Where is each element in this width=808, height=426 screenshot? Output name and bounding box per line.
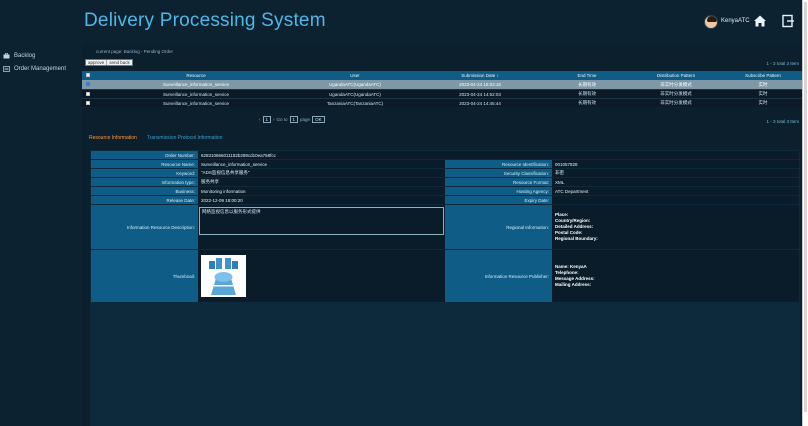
business-label: Business: [91, 187, 198, 195]
send-back-button[interactable]: send back [106, 60, 132, 65]
table-cell: 实时 [758, 81, 768, 87]
table-cell: 2023-04-24 14:45:44 [459, 100, 501, 106]
table-cell: TanzaniaATC(TanzaniaATC) [326, 100, 384, 106]
vertical-scrollbar[interactable] [802, 0, 808, 426]
app-title: Delivery Processing System [84, 10, 326, 31]
sidebar: Backlog Order Management [0, 44, 82, 426]
table-cell: 2023-04-24 15:03:15 [459, 82, 501, 87]
order-table: Resource User Submission Date ↑ End Time… [82, 71, 802, 107]
regional-information-value: Place: Country/Region: Detailed Address:… [555, 212, 598, 241]
page-number-input[interactable]: 1 [289, 116, 299, 123]
table-cell: Surveillance_information_service [162, 100, 230, 106]
table-cell: Surveillance_information_service [162, 91, 230, 97]
keyword-value: "ADS监视信息共享服务" [198, 169, 445, 177]
information-type-label: Information type: [91, 178, 198, 186]
pagination-summary-bottom: 1 - 3 total 3 Item [766, 119, 799, 124]
column-header-submission-date[interactable]: Submission Date ↑ [414, 73, 546, 78]
row-checkbox[interactable] [86, 82, 90, 86]
keyword-label: Keyword: [91, 169, 198, 177]
table-cell: 长期有效 [578, 91, 596, 96]
regional-information-label: Regional Information: [445, 205, 552, 249]
table-cell: 非实时分发模式 [660, 81, 692, 87]
table-header-row: Resource User Submission Date ↑ End Time… [82, 71, 802, 80]
main-content: current page: Backlog - Pending Order ap… [82, 44, 802, 426]
expiry-date-label: Expiry Date: [445, 196, 552, 204]
resource-format-label: Resource Format: [445, 178, 552, 186]
resource-name-label: Resource Name: [91, 160, 198, 168]
hosting-agency-value: ATC Department [552, 187, 799, 195]
table-row[interactable]: Surveillance_information_service UgandaA… [82, 89, 802, 98]
table-cell: 实时 [758, 91, 768, 96]
user-avatar[interactable] [704, 15, 718, 29]
scrollbar-thumb[interactable] [804, 2, 807, 412]
security-classification-value: 非密 [552, 169, 799, 177]
publisher-label: Information Resource Publisher: [445, 250, 552, 302]
go-button[interactable]: OK [312, 116, 325, 123]
order-number-value: 628310866011182b289cd10ea758fcc [198, 151, 445, 159]
table-cell: 非实时分发模式 [660, 91, 692, 96]
table-row[interactable]: Surveillance_information_service Tanzani… [82, 98, 802, 107]
resource-name-value: Surveillance_information_service [198, 160, 445, 168]
pagination-jump: ‹ 1 › Go to 1 page OK [259, 116, 325, 123]
tab-transmission-protocol[interactable]: Transmission Protocol Information [147, 135, 223, 141]
security-classification-label: Security Classification: [445, 169, 552, 177]
sidebar-item-backlog[interactable]: Backlog [3, 51, 35, 61]
top-header: Delivery Processing System KenyaATC [0, 0, 802, 44]
home-icon[interactable] [753, 14, 767, 28]
column-header-subscribe-pattern[interactable]: Subscribe Pattern [724, 73, 802, 78]
logout-icon[interactable] [781, 14, 795, 28]
briefcase-icon [3, 53, 10, 59]
sidebar-item-label: Order Management [14, 66, 67, 72]
breadcrumb: current page: Backlog - Pending Order [96, 49, 174, 54]
table-cell: 非实时分发模式 [660, 100, 692, 105]
resource-identification-value: 001057828 [552, 160, 799, 168]
table-cell: Surveillance_information_service [162, 82, 230, 87]
list-icon [3, 66, 10, 72]
order-number-label: Order Number: [91, 151, 198, 159]
table-cell: 长期有效 [578, 100, 596, 105]
table-cell: UgandaATC(UgandaATC) [329, 91, 381, 97]
description-label: Information Resource Description: [91, 205, 198, 249]
row-checkbox[interactable] [86, 100, 90, 105]
column-header-distribution-pattern[interactable]: Distribution Pattern [628, 73, 724, 78]
resource-detail-panel: Order Number: 628310866011182b289cd10ea7… [90, 150, 800, 426]
go-to-label: Go to [276, 117, 288, 122]
page-label: page [300, 117, 311, 122]
pagination-summary-top: 1 - 3 total 3 Item [766, 61, 799, 66]
approve-button[interactable]: approve [86, 60, 106, 65]
release-date-value: 2022-12-09 18:00:20 [198, 196, 445, 204]
resource-format-value: XML [552, 178, 799, 186]
username[interactable]: KenyaATC [721, 18, 750, 24]
description-textarea[interactable]: 网络监视信息以服务形式提供 [199, 207, 444, 235]
prev-page-icon[interactable]: ‹ [259, 117, 261, 122]
sidebar-item-label: Backlog [14, 53, 36, 59]
thumbnail-label: Thumbnail: [91, 250, 198, 302]
detail-tabs: Resource Information Transmission Protoc… [89, 135, 223, 141]
next-page-icon[interactable]: › [273, 117, 275, 122]
column-header-resource[interactable]: Resource [96, 73, 296, 78]
select-all-checkbox[interactable] [86, 73, 90, 77]
table-cell: 2023-04-24 14:52:03 [459, 91, 501, 97]
hosting-agency-label: Hosting Agency: [445, 187, 552, 195]
app-window: Delivery Processing System KenyaATC Back… [0, 0, 802, 426]
thumbnail-image[interactable] [201, 255, 246, 297]
publisher-value: Name: KenyaA Telephone: Message Address:… [555, 264, 595, 287]
column-header-end-time[interactable]: End Time [546, 73, 628, 78]
monitor-illustration-icon [201, 255, 246, 297]
column-header-user[interactable]: User [296, 73, 414, 78]
sidebar-item-order-management[interactable]: Order Management [3, 64, 66, 74]
table-cell: 实时 [758, 100, 768, 105]
table-row[interactable]: Surveillance_information_service UgandaA… [82, 80, 802, 89]
row-checkbox[interactable] [86, 91, 90, 96]
table-cell: 长期有效 [578, 81, 596, 87]
expiry-date-value [552, 196, 799, 204]
resource-identification-label: Resource Identification: [445, 160, 552, 168]
release-date-label: Release Date: [91, 196, 198, 204]
tab-resource-information[interactable]: Resource Information [89, 135, 137, 141]
information-type-value: 服务共享 [198, 178, 445, 186]
action-button-group: approve send back [85, 59, 133, 66]
current-page[interactable]: 1 [262, 116, 272, 123]
business-value: Monitoring information [198, 187, 445, 195]
table-cell: UgandaATC(UgandaATC) [329, 82, 381, 87]
